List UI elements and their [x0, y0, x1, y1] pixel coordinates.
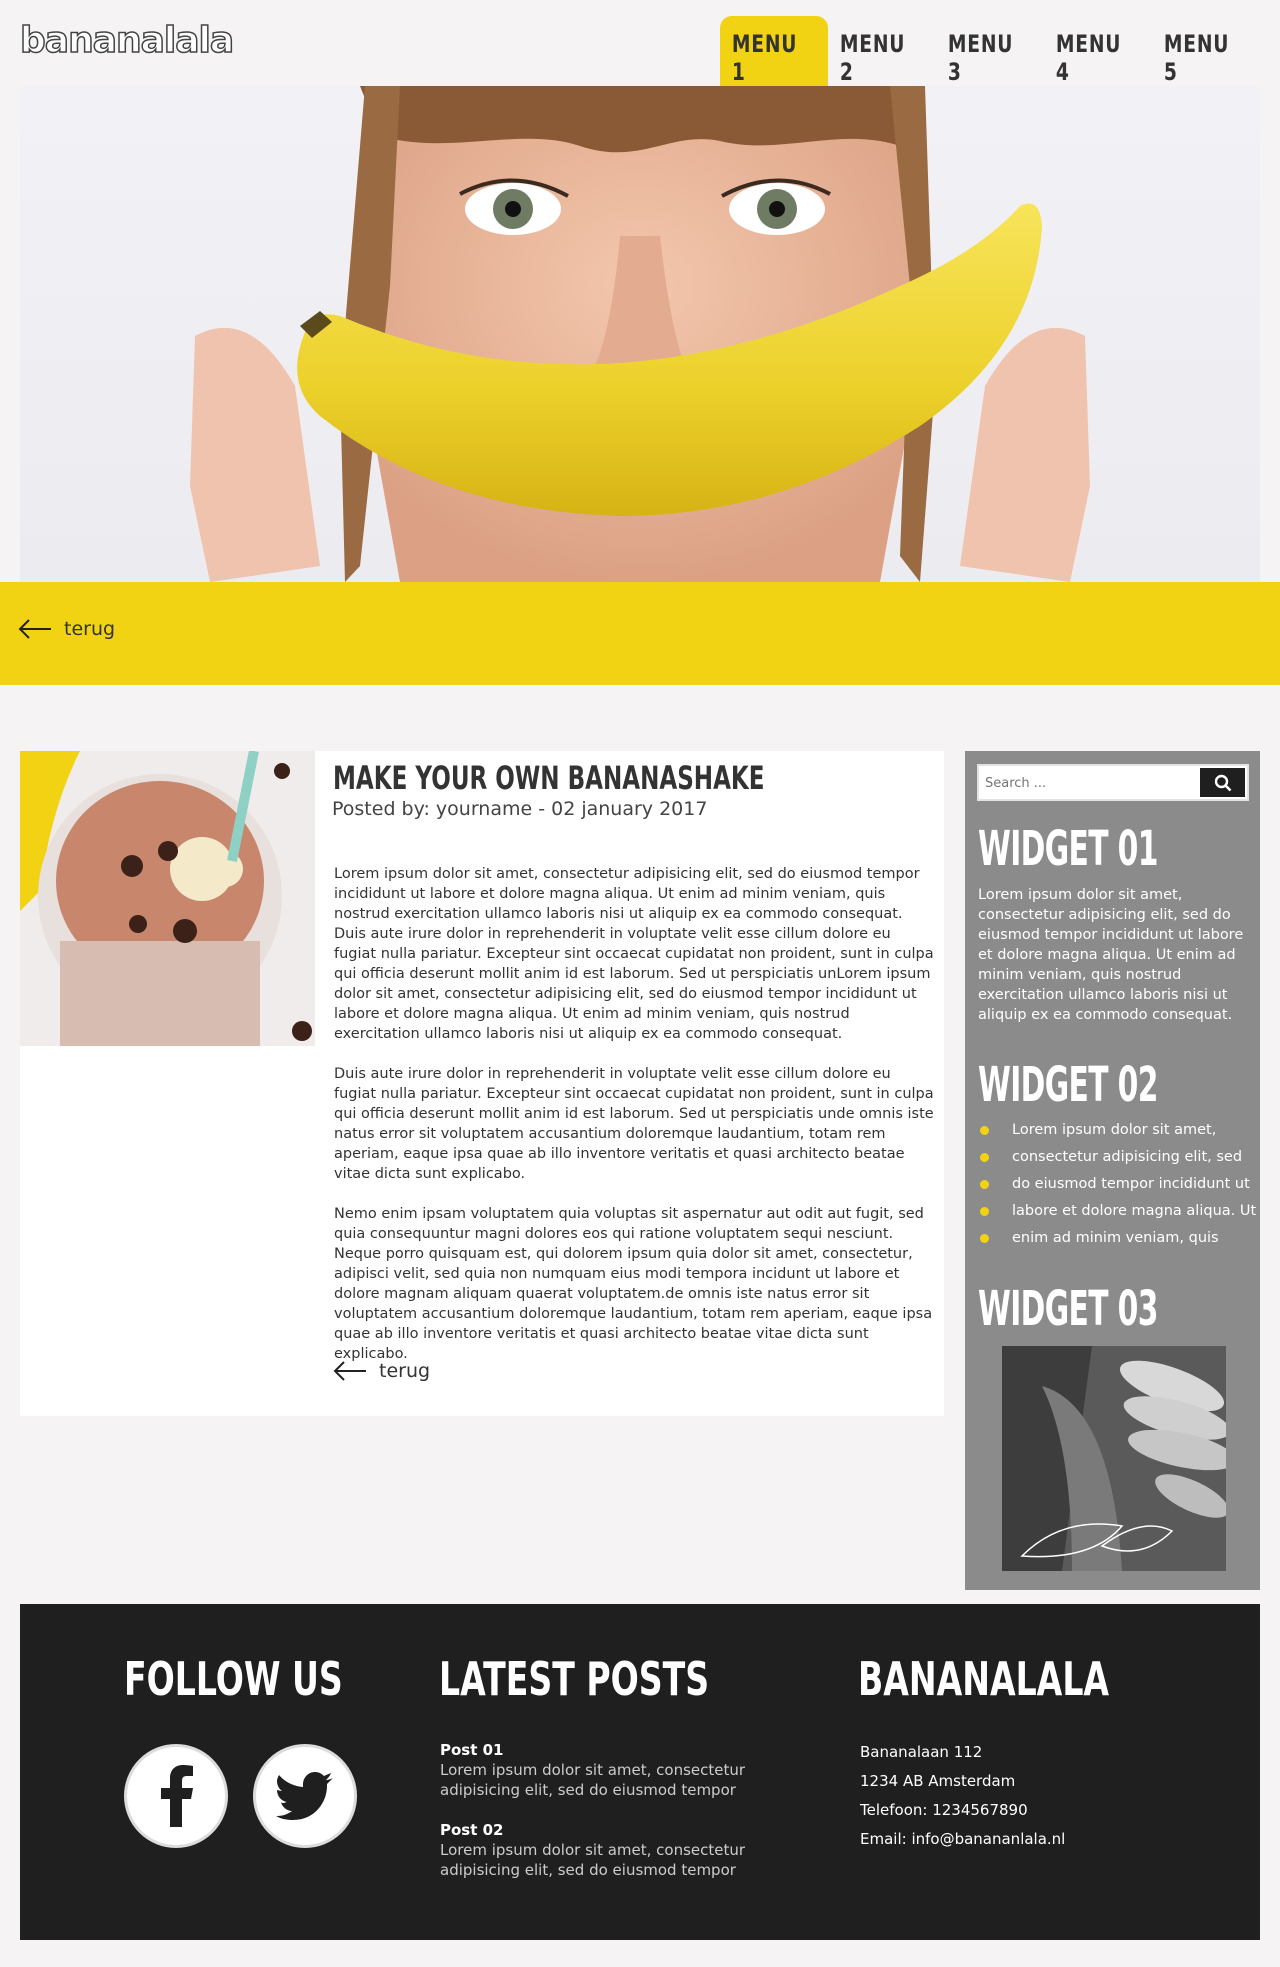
widget-list: Lorem ipsum dolor sit amet, consectetur …	[978, 1117, 1263, 1252]
arrow-left-icon	[333, 1361, 366, 1381]
footer-title-posts: LATEST POSTS	[439, 1652, 710, 1706]
widget-title: WIDGET 01	[978, 821, 1158, 877]
contact-email[interactable]: Email: info@banananlala.nl	[860, 1825, 1065, 1854]
footer-title-follow: FOLLOW US	[124, 1652, 343, 1706]
article-card: MAKE YOUR OWN BANANASHAKE Posted by: you…	[20, 751, 944, 1416]
facebook-icon	[161, 1765, 193, 1827]
back-label: terug	[64, 618, 116, 640]
footer-title-brand: BANANALALA	[858, 1652, 1110, 1706]
arrow-left-icon	[18, 619, 51, 639]
search-icon	[1214, 774, 1231, 791]
nav-menu-3[interactable]: MENU 3	[948, 16, 1032, 86]
list-item[interactable]: consectetur adipisicing elit, sed	[978, 1144, 1263, 1171]
main-nav: MENU 1 MENU 2 MENU 3 MENU 4 MENU 5	[720, 16, 1260, 86]
search-box	[977, 764, 1249, 801]
contact-city: 1234 AB Amsterdam	[860, 1772, 1016, 1790]
article-paragraph: Duis aute irure dolor in reprehenderit i…	[334, 1066, 934, 1182]
twitter-button[interactable]	[253, 1744, 357, 1848]
site-logo[interactable]: bananalala	[19, 19, 235, 62]
post-excerpt: Lorem ipsum dolor sit amet, consectetur …	[440, 1761, 746, 1799]
nav-menu-2[interactable]: MENU 2	[840, 16, 924, 86]
article-title: MAKE YOUR OWN BANANASHAKE	[333, 759, 765, 797]
twitter-icon	[276, 1772, 333, 1820]
site-footer: FOLLOW US LATEST POSTS Post 01 Lorem ips…	[20, 1604, 1260, 1940]
nav-menu-5[interactable]: MENU 5	[1164, 16, 1248, 86]
list-item[interactable]: Lorem ipsum dolor sit amet,	[978, 1117, 1263, 1144]
list-item[interactable]: do eiusmod tempor incididunt ut	[978, 1171, 1263, 1198]
article-meta: Posted by: yourname - 02 january 2017	[332, 798, 708, 820]
article-paragraph: Nemo enim ipsam voluptatem quia voluptas…	[334, 1206, 933, 1362]
widget-image	[1002, 1346, 1226, 1571]
list-item[interactable]: enim ad minim veniam, quis	[978, 1225, 1263, 1252]
site-header: bananalala MENU 1 MENU 2 MENU 3 MENU 4 M…	[0, 0, 1280, 86]
post-title: Post 02	[440, 1821, 504, 1839]
facebook-button[interactable]	[124, 1744, 228, 1848]
footer-post[interactable]: Post 02 Lorem ipsum dolor sit amet, cons…	[440, 1820, 760, 1880]
back-link-bottom[interactable]: terug	[333, 1360, 430, 1382]
search-button[interactable]	[1200, 768, 1245, 797]
contact-info: Bananalaan 112 1234 AB Amsterdam Telefoo…	[860, 1738, 1065, 1854]
list-item[interactable]: labore et dolore magna aliqua. Ut	[978, 1198, 1263, 1225]
contact-address: Bananalaan 112	[860, 1743, 983, 1761]
nav-menu-1[interactable]: MENU 1	[720, 16, 828, 86]
back-band: terug	[0, 582, 1280, 685]
contact-phone: Telefoon: 1234567890	[860, 1801, 1028, 1819]
article-paragraph: Lorem ipsum dolor sit amet, consectetur …	[334, 866, 934, 1042]
nav-menu-4[interactable]: MENU 4	[1056, 16, 1140, 86]
footer-post[interactable]: Post 01 Lorem ipsum dolor sit amet, cons…	[440, 1740, 760, 1800]
post-excerpt: Lorem ipsum dolor sit amet, consectetur …	[440, 1841, 746, 1879]
widget-title: WIDGET 03	[978, 1281, 1158, 1337]
article-thumbnail	[20, 751, 315, 1046]
search-input[interactable]	[985, 771, 1185, 795]
widget-text: Lorem ipsum dolor sit amet, consectetur …	[978, 887, 1244, 1023]
article-body: Lorem ipsum dolor sit amet, consectetur …	[334, 864, 934, 1384]
back-link-top[interactable]: terug	[18, 618, 115, 640]
post-title: Post 01	[440, 1741, 504, 1759]
sidebar: WIDGET 01 Lorem ipsum dolor sit amet, co…	[965, 751, 1260, 1590]
widget-title: WIDGET 02	[978, 1057, 1158, 1113]
hero-image	[20, 86, 1260, 582]
back-label: terug	[379, 1360, 431, 1382]
